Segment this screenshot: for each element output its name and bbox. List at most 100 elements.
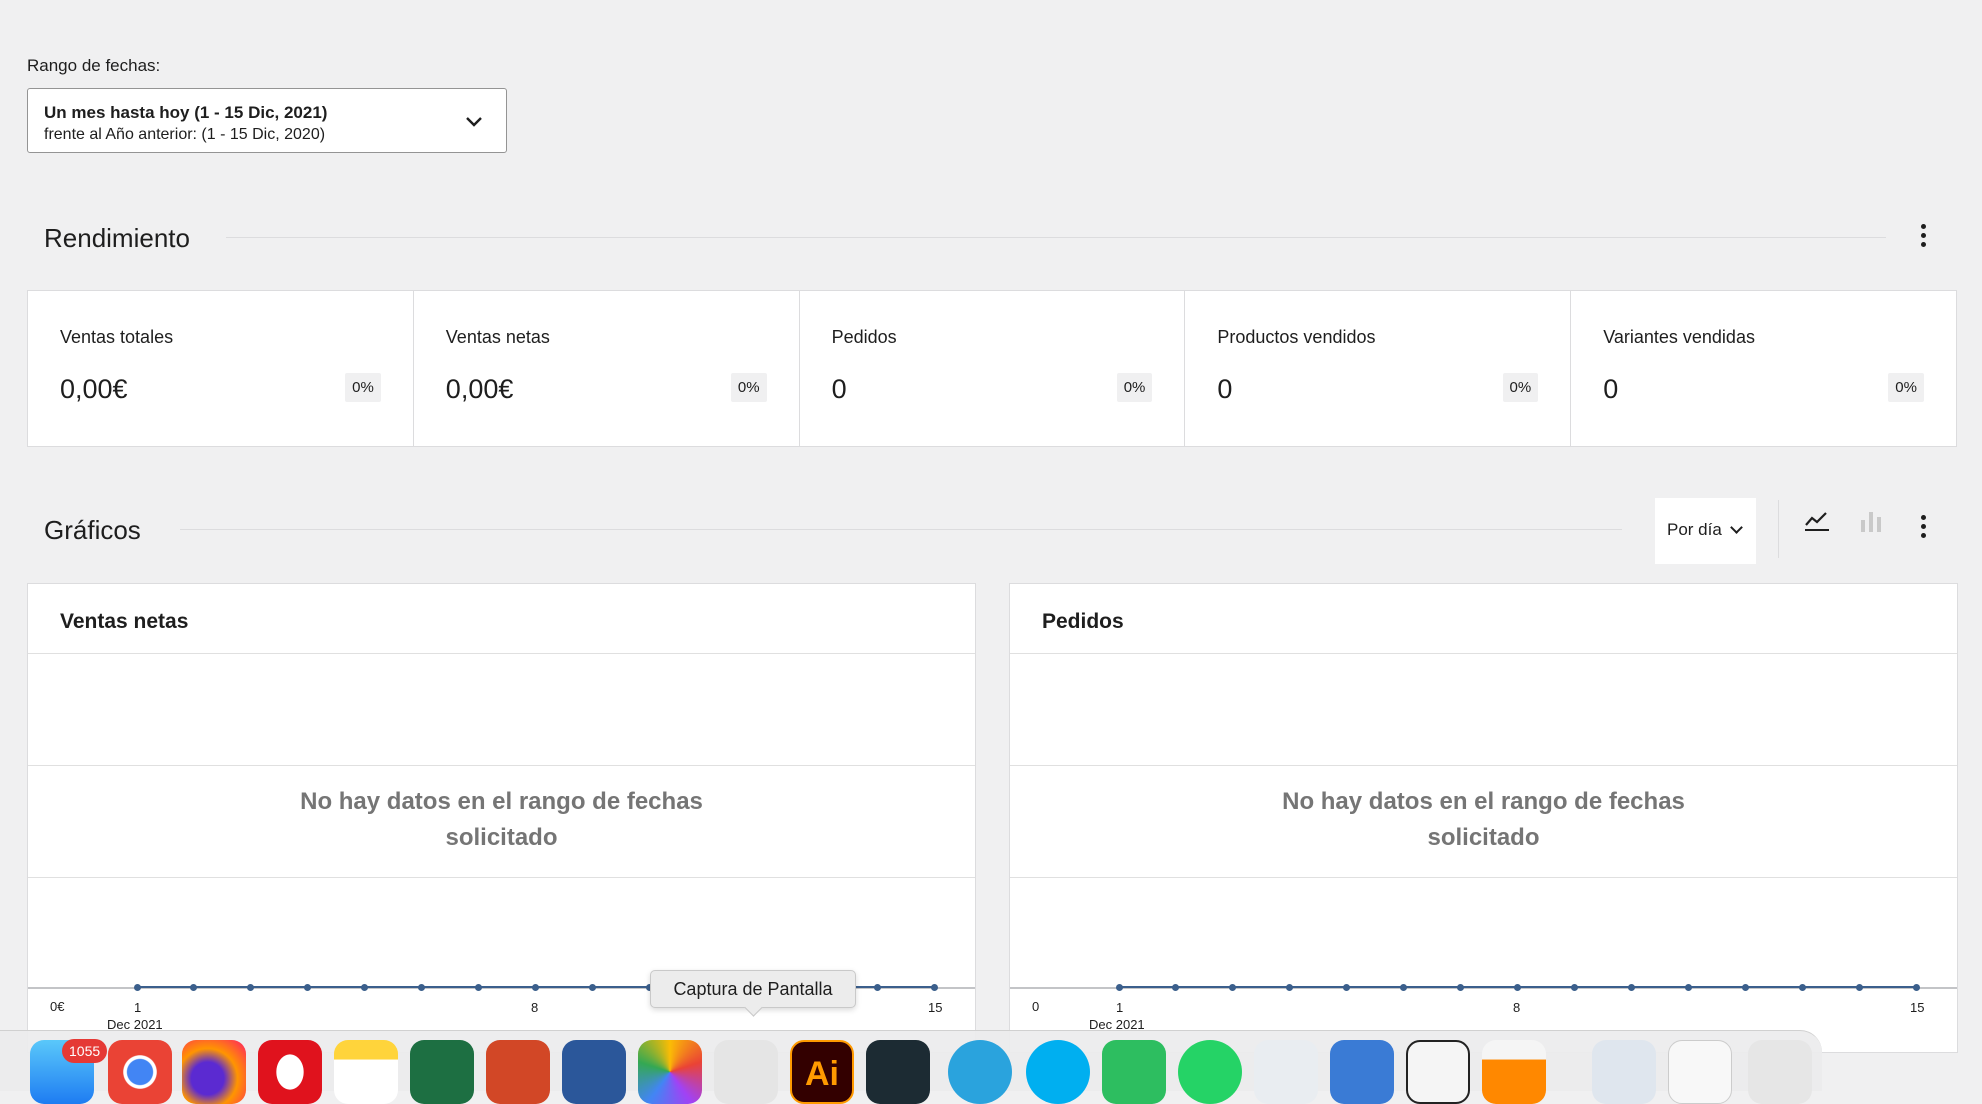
series-line-segment bbox=[1460, 986, 1518, 988]
y-axis-tick-label: 0 bbox=[1032, 999, 1040, 1014]
series-line-segment bbox=[421, 986, 479, 988]
series-line-segment bbox=[193, 986, 251, 988]
performance-menu-button[interactable] bbox=[1911, 220, 1935, 260]
data-point[interactable] bbox=[418, 983, 426, 991]
date-range-comparison: frente al Año anterior: (1 - 15 Dic, 202… bbox=[44, 126, 326, 143]
chevron-down-icon bbox=[1729, 521, 1743, 534]
card-delta-badge: 0% bbox=[1888, 373, 1924, 402]
data-point[interactable] bbox=[588, 983, 596, 991]
data-point[interactable] bbox=[1286, 983, 1294, 991]
card-productos-vendidos[interactable]: Productos vendidos 0 0% bbox=[1185, 291, 1572, 446]
data-point[interactable] bbox=[1514, 983, 1521, 991]
card-value: 0 bbox=[1603, 374, 1619, 404]
series-line-segment bbox=[364, 986, 422, 988]
card-value: 0,00€ bbox=[445, 374, 514, 404]
photos-icon[interactable] bbox=[638, 1040, 702, 1104]
card-value: 0 bbox=[831, 374, 847, 404]
series-line-segment bbox=[1631, 986, 1689, 988]
charts-menu-button[interactable] bbox=[1911, 511, 1935, 551]
x-axis-tick-label: 1 bbox=[1116, 1000, 1124, 1015]
date-range-picker[interactable]: Un mes hasta hoy (1 - 15 Dic, 2021) fren… bbox=[27, 88, 507, 153]
chevron-down-icon bbox=[466, 117, 482, 127]
kebab-dot bbox=[1920, 515, 1926, 520]
toolbar-divider bbox=[1778, 500, 1779, 558]
data-point[interactable] bbox=[1912, 983, 1920, 991]
line-chart-icon[interactable] bbox=[1802, 506, 1832, 536]
data-point[interactable] bbox=[1570, 983, 1578, 991]
performance-title: Rendimiento bbox=[44, 223, 190, 253]
card-pedidos[interactable]: Pedidos 0 0% bbox=[800, 291, 1186, 446]
data-point[interactable] bbox=[1741, 983, 1749, 991]
charts-title: Gráficos bbox=[44, 515, 141, 545]
bar-chart-icon[interactable] bbox=[1856, 506, 1886, 536]
performance-cards: Ventas totales 0,00€ 0% Ventas netas 0,0… bbox=[27, 290, 1957, 447]
card-value: 0,00€ bbox=[60, 374, 128, 404]
card-ventas-totales[interactable]: Ventas totales 0,00€ 0% bbox=[28, 291, 414, 446]
vectorworks-icon[interactable] bbox=[1254, 1040, 1318, 1104]
series-line-segment bbox=[1859, 986, 1916, 988]
evernote-icon[interactable] bbox=[1102, 1040, 1166, 1104]
series-line-segment bbox=[1346, 986, 1404, 988]
data-point[interactable] bbox=[190, 983, 198, 991]
kebab-dot bbox=[1920, 533, 1926, 538]
data-point[interactable] bbox=[1627, 983, 1635, 991]
screenshot-icon[interactable] bbox=[714, 1040, 778, 1104]
trash-icon[interactable] bbox=[1748, 1040, 1812, 1104]
data-point[interactable] bbox=[1343, 983, 1351, 991]
data-point[interactable] bbox=[133, 983, 141, 991]
series-line-segment bbox=[1517, 986, 1575, 988]
data-point[interactable] bbox=[247, 983, 255, 991]
x-axis-tick-label: 1 bbox=[134, 1000, 142, 1015]
powerpoint-icon[interactable] bbox=[486, 1040, 550, 1104]
data-point[interactable] bbox=[1457, 983, 1465, 991]
folder-icon[interactable] bbox=[1592, 1040, 1656, 1104]
card-delta-badge: 0% bbox=[345, 373, 381, 402]
opera-icon[interactable] bbox=[258, 1040, 322, 1104]
excel-icon[interactable] bbox=[410, 1040, 474, 1104]
document-icon[interactable] bbox=[1668, 1040, 1732, 1104]
vlc-icon[interactable] bbox=[1482, 1040, 1546, 1104]
card-label: Pedidos bbox=[831, 327, 897, 347]
data-point[interactable] bbox=[361, 983, 369, 991]
reader-icon[interactable] bbox=[1330, 1040, 1394, 1104]
data-point[interactable] bbox=[1229, 983, 1237, 991]
chrome-icon[interactable] bbox=[108, 1040, 172, 1104]
card-delta-badge: 0% bbox=[730, 373, 767, 402]
telegram-icon[interactable] bbox=[948, 1040, 1012, 1104]
dock-tooltip: Captura de Pantalla bbox=[650, 970, 856, 1008]
illustrator-icon[interactable]: Ai bbox=[790, 1040, 854, 1104]
word-icon[interactable] bbox=[562, 1040, 626, 1104]
card-ventas-netas[interactable]: Ventas netas 0,00€ 0% bbox=[414, 291, 800, 446]
skype-icon[interactable] bbox=[1026, 1040, 1090, 1104]
notes-icon[interactable] bbox=[334, 1040, 398, 1104]
card-value: 0 bbox=[1217, 374, 1233, 404]
series-line-segment bbox=[535, 986, 593, 988]
series-line-segment bbox=[877, 986, 934, 988]
data-point[interactable] bbox=[1684, 983, 1692, 991]
series-line-segment bbox=[1232, 986, 1290, 988]
data-point[interactable] bbox=[1400, 983, 1408, 991]
data-point[interactable] bbox=[1115, 983, 1123, 991]
charts-divider bbox=[180, 529, 1622, 530]
x-axis-tick-label: 15 bbox=[928, 1000, 943, 1015]
firefox-icon[interactable] bbox=[182, 1040, 246, 1104]
series-line-segment bbox=[1574, 986, 1632, 988]
y-axis-tick-label: 0€ bbox=[50, 999, 65, 1014]
data-point[interactable] bbox=[475, 983, 483, 991]
x-axis-tick-label: 15 bbox=[1910, 1000, 1925, 1015]
data-point[interactable] bbox=[1855, 983, 1863, 991]
card-variantes-vendidas[interactable]: Variantes vendidas 0 0% bbox=[1571, 291, 1956, 446]
data-point[interactable] bbox=[1172, 983, 1180, 991]
card-delta-badge: 0% bbox=[1502, 373, 1539, 402]
data-point[interactable] bbox=[873, 983, 881, 991]
whatsapp-icon[interactable] bbox=[1178, 1040, 1242, 1104]
plot-area bbox=[1010, 584, 1959, 1054]
filmora-icon[interactable] bbox=[866, 1040, 930, 1104]
calculator-icon[interactable] bbox=[1406, 1040, 1470, 1104]
date-range-primary: Un mes hasta hoy (1 - 15 Dic, 2021) bbox=[44, 103, 328, 122]
interval-select[interactable]: Por día bbox=[1655, 498, 1756, 564]
data-point[interactable] bbox=[930, 983, 938, 991]
data-point[interactable] bbox=[304, 983, 312, 991]
data-point[interactable] bbox=[532, 983, 539, 991]
data-point[interactable] bbox=[1798, 983, 1806, 991]
